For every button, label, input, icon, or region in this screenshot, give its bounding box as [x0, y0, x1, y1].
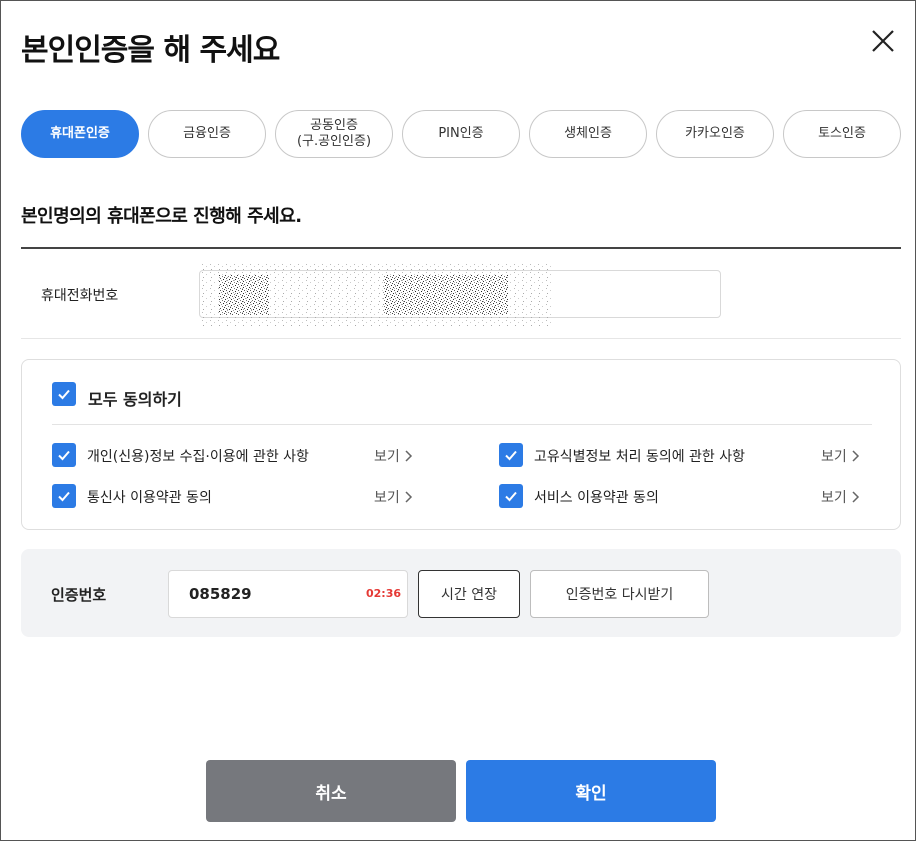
chevron-right-icon — [852, 450, 859, 462]
view-carrier-terms-link[interactable]: 보기 — [374, 487, 414, 507]
view-label: 보기 — [821, 490, 847, 506]
agree-unique-id-checkbox[interactable] — [499, 443, 523, 467]
divider — [52, 424, 872, 425]
tab-joint-certificate[interactable]: 공동인증 (구.공인인증) — [275, 110, 393, 158]
tab-biometric[interactable]: 생체인증 — [529, 110, 647, 158]
tab-kakao[interactable]: 카카오인증 — [656, 110, 774, 158]
check-icon — [58, 450, 70, 461]
resend-code-button[interactable]: 인증번호 다시받기 — [530, 570, 709, 618]
confirm-button[interactable]: 확인 — [466, 760, 716, 822]
phone-input[interactable] — [199, 270, 721, 318]
tab-label: 공동인증 (구.공인인증) — [296, 118, 372, 149]
auth-modal: 본인인증을 해 주세요 휴대폰인증 금융인증 공동인증 (구.공인인증) PIN… — [0, 0, 916, 841]
tab-label: PIN인증 — [438, 126, 484, 141]
view-unique-id-link[interactable]: 보기 — [821, 446, 861, 466]
tab-label: 생체인증 — [564, 126, 612, 141]
close-button[interactable] — [867, 25, 899, 57]
chevron-right-icon — [405, 450, 412, 462]
view-label: 보기 — [374, 449, 400, 465]
agree-carrier-terms-label: 통신사 이용약관 동의 — [87, 490, 212, 506]
tab-label: 휴대폰인증 — [50, 126, 110, 141]
close-icon — [872, 30, 894, 52]
tab-financial[interactable]: 금융인증 — [148, 110, 266, 158]
view-personal-info-link[interactable]: 보기 — [374, 446, 414, 466]
agree-carrier-terms-checkbox[interactable] — [52, 484, 76, 508]
agree-personal-info-label: 개인(신용)정보 수집·이용에 관한 사항 — [87, 449, 309, 465]
page-title: 본인인증을 해 주세요 — [21, 33, 280, 68]
cancel-button[interactable]: 취소 — [206, 760, 456, 822]
divider — [21, 338, 901, 339]
tab-label: 금융인증 — [183, 126, 231, 141]
verification-section: 인증번호 02:36 시간 연장 인증번호 다시받기 — [21, 549, 901, 637]
view-label: 보기 — [374, 490, 400, 506]
check-icon — [58, 491, 70, 502]
tab-pin[interactable]: PIN인증 — [402, 110, 520, 158]
agree-service-terms-label: 서비스 이용약관 동의 — [534, 490, 659, 506]
divider — [21, 247, 901, 249]
agree-all-checkbox[interactable] — [52, 382, 76, 406]
chevron-right-icon — [852, 491, 859, 503]
agree-all-label: 모두 동의하기 — [88, 390, 182, 409]
tab-toss[interactable]: 토스인증 — [783, 110, 901, 158]
phone-label: 휴대전화번호 — [41, 288, 119, 304]
tab-phone[interactable]: 휴대폰인증 — [21, 110, 139, 158]
tab-label: 토스인증 — [818, 126, 866, 141]
check-icon — [505, 491, 517, 502]
tab-label: 카카오인증 — [685, 126, 745, 141]
countdown-timer: 02:36 — [366, 587, 402, 600]
extend-time-button[interactable]: 시간 연장 — [418, 570, 520, 618]
agree-personal-info-checkbox[interactable] — [52, 443, 76, 467]
section-subtitle: 본인명의의 휴대폰으로 진행해 주세요. — [21, 206, 302, 227]
agreement-section: 모두 동의하기 개인(신용)정보 수집·이용에 관한 사항 보기 고유식별정보 … — [21, 359, 901, 530]
check-icon — [505, 450, 517, 461]
view-service-terms-link[interactable]: 보기 — [821, 487, 861, 507]
view-label: 보기 — [821, 449, 847, 465]
chevron-right-icon — [405, 491, 412, 503]
agree-unique-id-label: 고유식별정보 처리 동의에 관한 사항 — [534, 449, 745, 465]
verification-label: 인증번호 — [51, 586, 107, 604]
agree-service-terms-checkbox[interactable] — [499, 484, 523, 508]
check-icon — [58, 389, 70, 400]
auth-method-tabs: 휴대폰인증 금융인증 공동인증 (구.공인인증) PIN인증 생체인증 카카오인… — [21, 110, 901, 158]
